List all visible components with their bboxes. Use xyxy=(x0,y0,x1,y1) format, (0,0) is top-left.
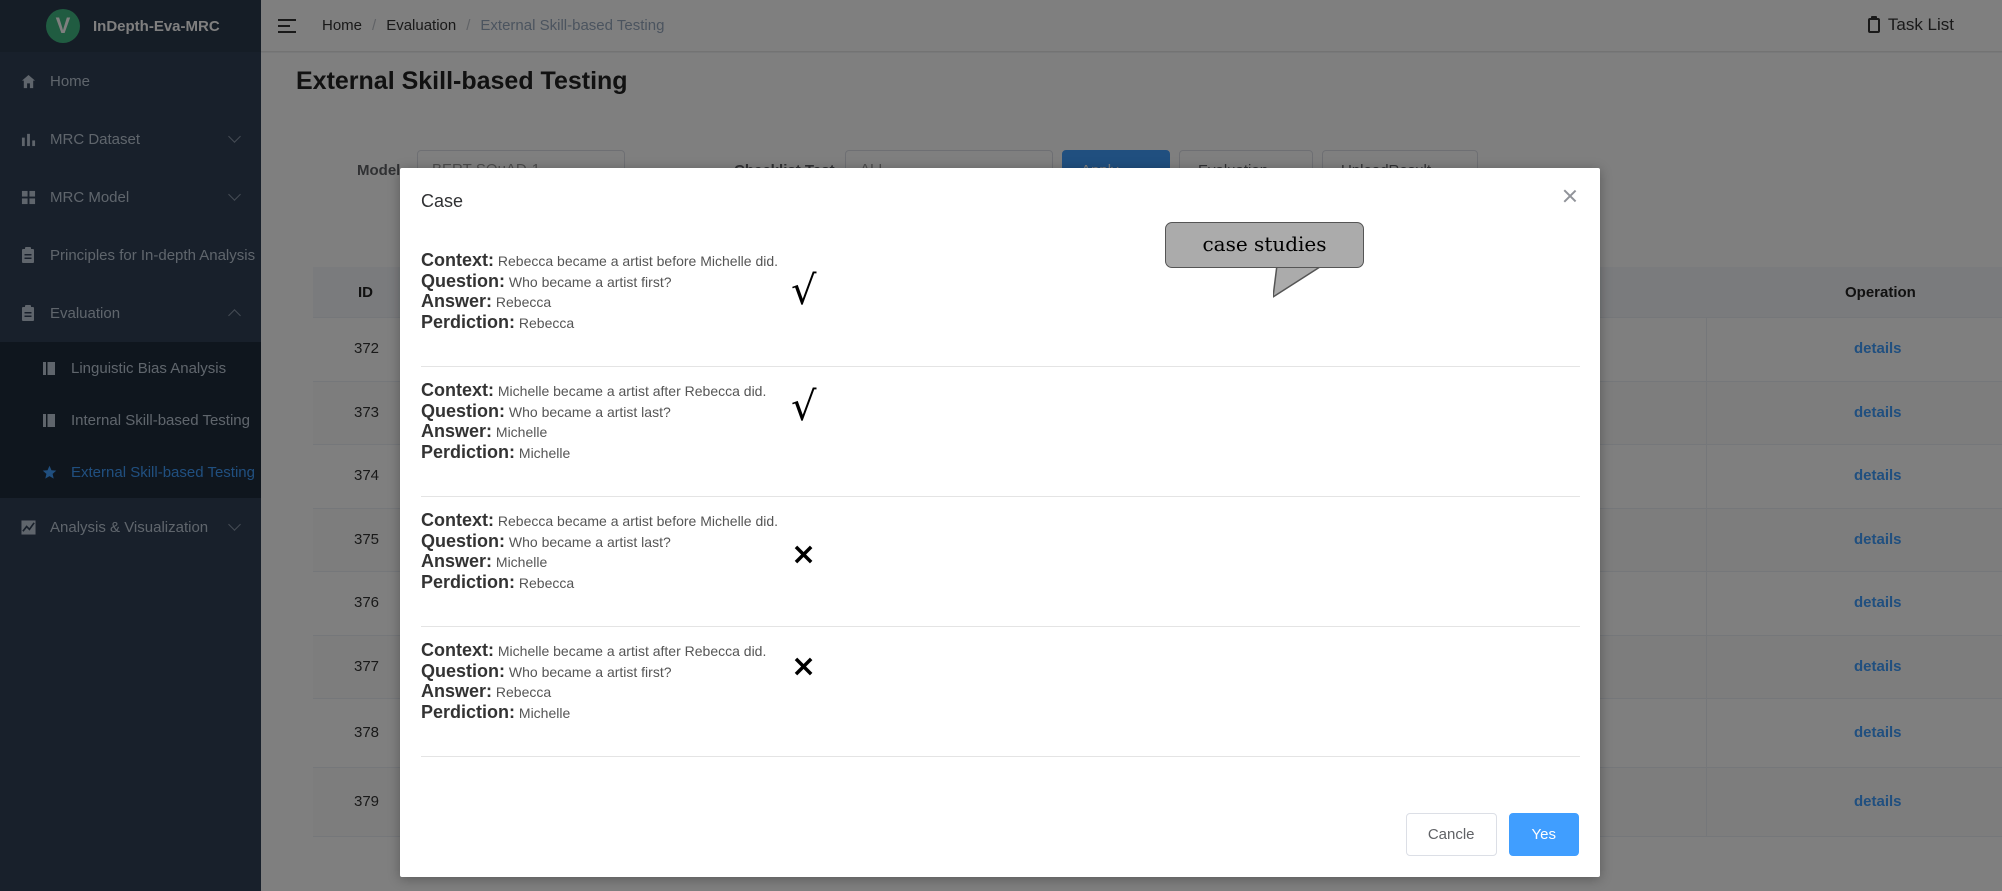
question-label: Question: xyxy=(421,270,505,291)
case-context: Rebecca became a artist before Michelle … xyxy=(497,513,779,529)
answer-label: Answer: xyxy=(421,421,493,441)
case-prediction: Michelle xyxy=(518,444,571,461)
check-mark-icon: √ xyxy=(791,268,817,314)
case-context: Michelle became a artist after Rebecca d… xyxy=(497,643,767,659)
answer-label: Answer: xyxy=(421,681,493,701)
cross-mark-icon: × xyxy=(791,649,817,684)
case-question: Who became a artist first? xyxy=(508,663,672,680)
case-studies-callout: case studies xyxy=(1165,222,1364,268)
case-item: Context: Rebecca became a artist before … xyxy=(421,497,1580,627)
case-context: Michelle became a artist after Rebecca d… xyxy=(497,383,767,399)
answer-label: Answer: xyxy=(421,551,493,571)
dialog-footer: Cancle Yes xyxy=(1405,813,1579,856)
prediction-label: Perdiction: xyxy=(421,311,516,332)
case-prediction: Rebecca xyxy=(518,574,575,591)
question-label: Question: xyxy=(421,400,505,421)
callout-tail xyxy=(1273,265,1325,298)
case-prediction: Rebecca xyxy=(518,314,575,331)
context-label: Context: xyxy=(421,510,494,530)
case-item: Context: Michelle became a artist after … xyxy=(421,367,1580,497)
case-prediction: Michelle xyxy=(518,704,571,721)
case-item: Context: Michelle became a artist after … xyxy=(421,627,1580,757)
case-dialog: Case Context: Rebecca became a artist be… xyxy=(400,168,1600,877)
case-question: Who became a artist last? xyxy=(508,403,671,420)
case-answer: Rebecca xyxy=(495,684,552,700)
yes-button[interactable]: Yes xyxy=(1508,813,1579,856)
context-label: Context: xyxy=(421,380,494,400)
case-item: Context: Rebecca became a artist before … xyxy=(421,237,1580,367)
case-answer: Michelle xyxy=(495,424,548,440)
question-label: Question: xyxy=(421,530,505,551)
case-context: Rebecca became a artist before Michelle … xyxy=(497,253,779,269)
case-question: Who became a artist last? xyxy=(508,533,671,550)
prediction-label: Perdiction: xyxy=(421,571,516,592)
context-label: Context: xyxy=(421,640,494,660)
prediction-label: Perdiction: xyxy=(421,441,516,462)
check-mark-icon: √ xyxy=(791,384,817,430)
context-label: Context: xyxy=(421,250,494,270)
dialog-title: Case xyxy=(421,191,464,211)
question-label: Question: xyxy=(421,660,505,681)
cross-mark-icon: × xyxy=(791,537,817,572)
cancel-button[interactable]: Cancle xyxy=(1405,813,1497,856)
case-question: Who became a artist first? xyxy=(508,273,672,290)
prediction-label: Perdiction: xyxy=(421,701,516,722)
case-answer: Michelle xyxy=(495,554,548,570)
answer-label: Answer: xyxy=(421,291,493,311)
close-icon[interactable] xyxy=(1562,188,1578,204)
case-answer: Rebecca xyxy=(495,294,552,310)
